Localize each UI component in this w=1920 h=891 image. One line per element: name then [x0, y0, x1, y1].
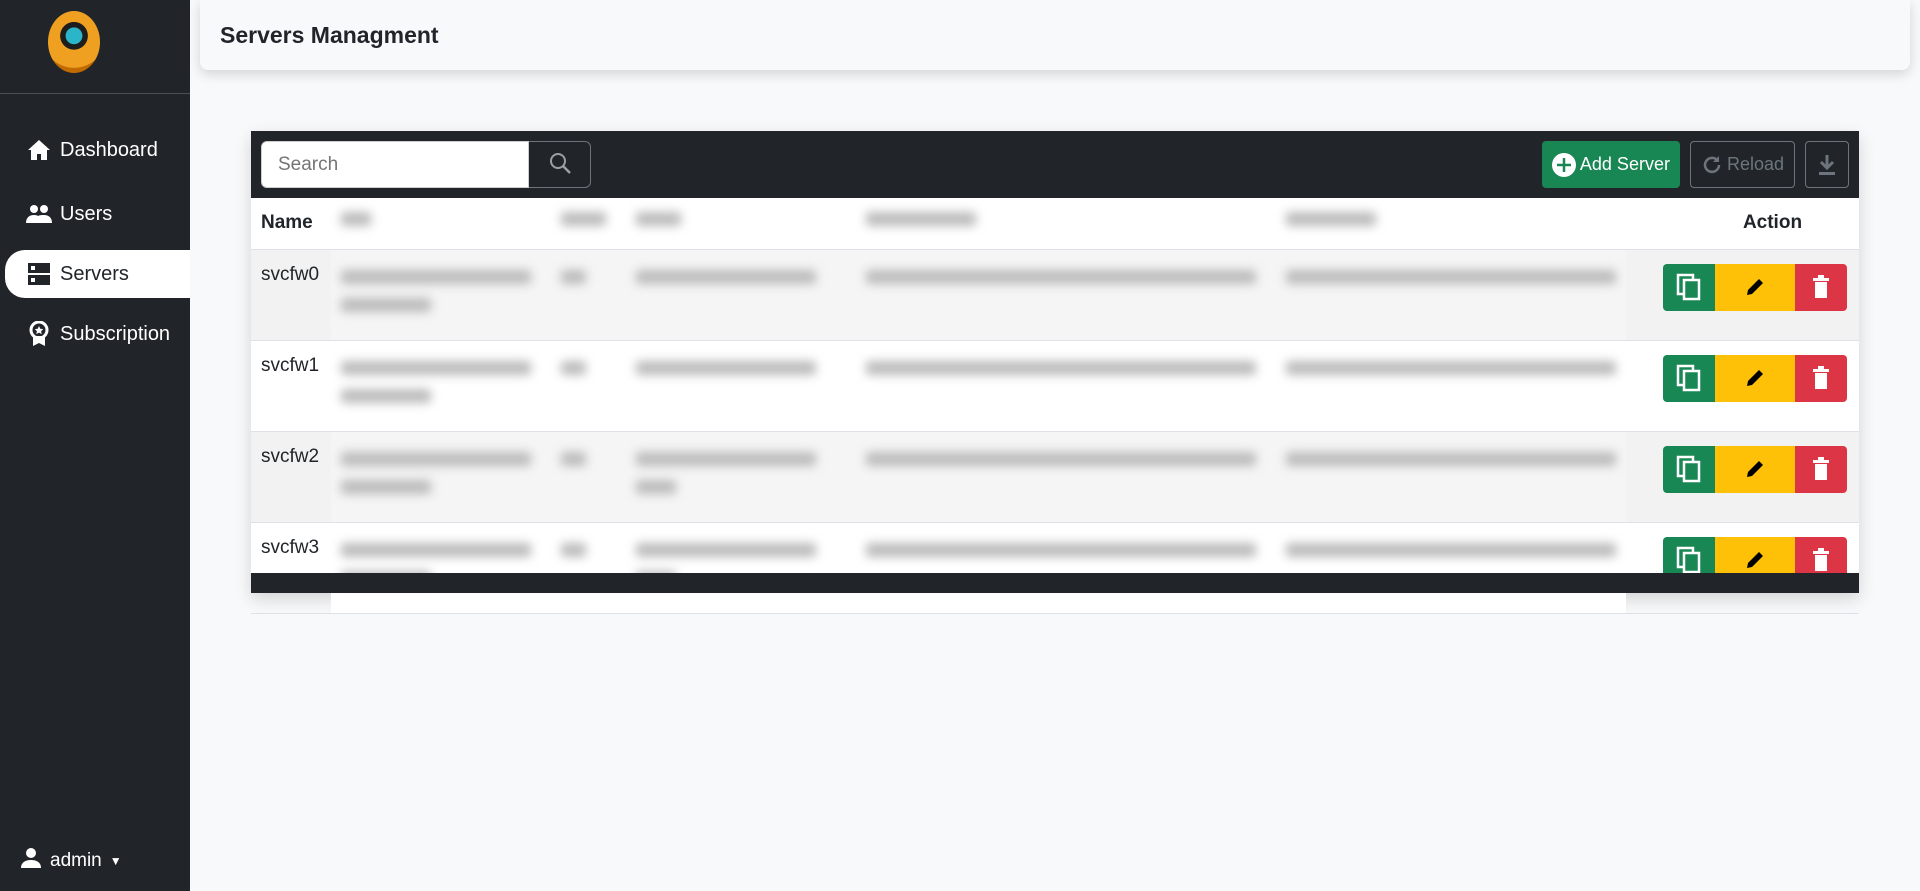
- copy-button[interactable]: [1663, 445, 1715, 493]
- table-row: svcfw0: [251, 249, 1859, 341]
- action-cell: [1626, 522, 1859, 614]
- column-header-blurred: [1276, 198, 1626, 250]
- blurred-cell: [331, 249, 551, 341]
- delete-button[interactable]: [1795, 263, 1847, 311]
- caret-down-icon: ▼: [109, 854, 122, 868]
- column-header-blurred: [856, 198, 1276, 250]
- sidebar-item-servers[interactable]: Servers: [5, 250, 190, 298]
- blurred-cell: [856, 249, 1276, 341]
- reload-label: Reload: [1726, 154, 1784, 174]
- add-server-button[interactable]: Add Server: [1541, 141, 1680, 188]
- search-input[interactable]: [261, 141, 529, 188]
- avatar[interactable]: [48, 11, 100, 73]
- users-icon: [26, 202, 52, 226]
- plus-circle-icon: [1551, 152, 1576, 177]
- blurred-cell: [626, 249, 856, 341]
- sidebar-item-label: Subscription: [60, 322, 171, 345]
- server-name: svcfw0: [251, 249, 331, 341]
- search-group: [261, 141, 591, 188]
- user-name: admin: [50, 850, 102, 871]
- servers-table: Name Action svcfw0 svcfw1 svcfw2 svcfw3: [251, 198, 1859, 614]
- copy-button[interactable]: [1663, 354, 1715, 402]
- table-footer: [251, 573, 1859, 593]
- column-header-action: Action: [1626, 198, 1859, 250]
- blurred-cell: [1276, 340, 1626, 432]
- blurred-cell: [1276, 431, 1626, 523]
- blurred-cell: [551, 431, 626, 523]
- download-button[interactable]: [1805, 141, 1849, 188]
- blurred-cell: [331, 522, 551, 614]
- copy-icon: [1676, 546, 1701, 574]
- delete-button[interactable]: [1795, 354, 1847, 402]
- server-name: svcfw3: [251, 522, 331, 614]
- blurred-cell: [856, 431, 1276, 523]
- user-menu[interactable]: admin ▼: [20, 847, 122, 875]
- server-name: svcfw1: [251, 340, 331, 432]
- table-row: svcfw2: [251, 431, 1859, 523]
- sidebar-item-subscription[interactable]: Subscription: [0, 305, 190, 363]
- award-icon: [26, 321, 52, 346]
- edit-button[interactable]: [1715, 445, 1795, 493]
- delete-button[interactable]: [1795, 445, 1847, 493]
- copy-button[interactable]: [1663, 263, 1715, 311]
- download-icon: [1819, 154, 1835, 175]
- sidebar: Dashboard Users Servers Subscription adm…: [0, 0, 190, 891]
- table-toolbar: Add Server Reload: [251, 131, 1859, 198]
- edit-button[interactable]: [1715, 354, 1795, 402]
- add-server-label: Add Server: [1579, 154, 1670, 174]
- edit-button[interactable]: [1715, 263, 1795, 311]
- pencil-icon: [1747, 370, 1763, 386]
- blurred-cell: [856, 522, 1276, 614]
- sidebar-item-users[interactable]: Users: [0, 185, 190, 243]
- trash-icon: [1813, 275, 1829, 298]
- reload-icon: [1703, 155, 1721, 173]
- pencil-icon: [1747, 461, 1763, 477]
- column-header-name: Name: [251, 198, 331, 250]
- search-icon: [549, 153, 571, 174]
- servers-table-card: Add Server Reload Name Action svcfw0 svc…: [251, 131, 1859, 614]
- page-header: Servers Managment: [200, 0, 1910, 70]
- trash-icon: [1813, 548, 1829, 571]
- blurred-cell: [331, 340, 551, 432]
- copy-icon: [1676, 455, 1701, 483]
- home-icon: [26, 138, 52, 162]
- server-name: svcfw2: [251, 431, 331, 523]
- sidebar-item-dashboard[interactable]: Dashboard: [0, 121, 190, 179]
- sidebar-item-label: Users: [60, 202, 113, 225]
- page-title: Servers Managment: [220, 21, 439, 48]
- table-row: svcfw3: [251, 522, 1859, 614]
- reload-button[interactable]: Reload: [1689, 141, 1795, 188]
- blurred-cell: [331, 431, 551, 523]
- sidebar-item-label: Dashboard: [60, 138, 158, 161]
- search-button[interactable]: [529, 141, 591, 188]
- user-icon: [20, 847, 42, 875]
- blurred-cell: [626, 340, 856, 432]
- trash-icon: [1813, 366, 1829, 389]
- server-icon: [26, 262, 52, 286]
- column-header-blurred: [626, 198, 856, 250]
- copy-icon: [1676, 273, 1701, 301]
- blurred-cell: [551, 340, 626, 432]
- blurred-cell: [1276, 249, 1626, 341]
- blurred-cell: [551, 249, 626, 341]
- blurred-cell: [551, 522, 626, 614]
- blurred-cell: [856, 340, 1276, 432]
- copy-icon: [1676, 364, 1701, 392]
- action-cell: [1626, 340, 1859, 432]
- table-row: svcfw1: [251, 340, 1859, 432]
- divider: [0, 93, 190, 94]
- pencil-icon: [1747, 279, 1763, 295]
- blurred-cell: [626, 522, 856, 614]
- blurred-cell: [1276, 522, 1626, 614]
- column-header-blurred: [331, 198, 551, 250]
- action-cell: [1626, 249, 1859, 341]
- trash-icon: [1813, 457, 1829, 480]
- blurred-cell: [626, 431, 856, 523]
- action-cell: [1626, 431, 1859, 523]
- column-header-blurred: [551, 198, 626, 250]
- sidebar-item-label: Servers: [60, 262, 129, 285]
- pencil-icon: [1747, 552, 1763, 568]
